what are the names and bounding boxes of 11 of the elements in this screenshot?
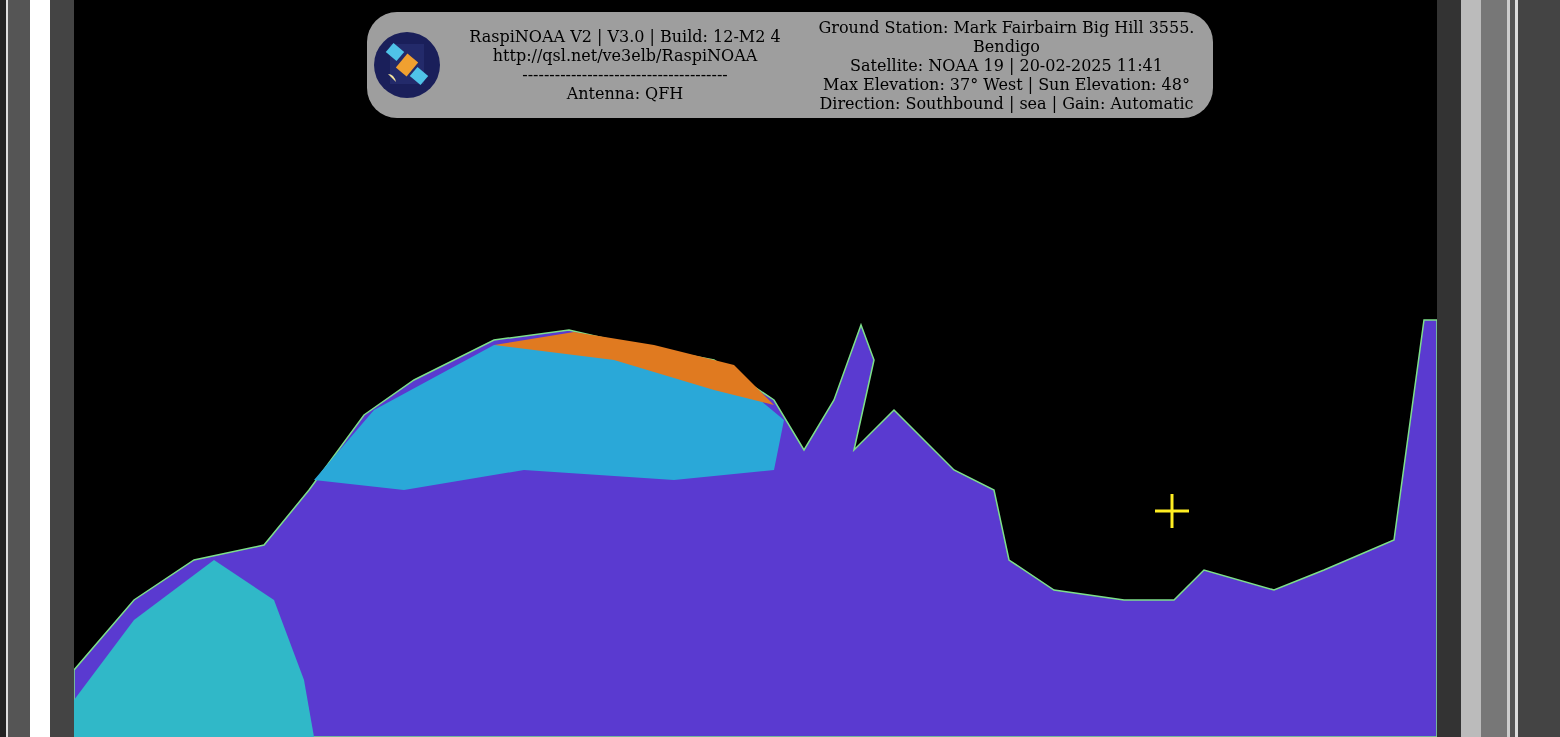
header-text: Antenna: QFH xyxy=(566,84,684,103)
satellite-logo-icon xyxy=(374,32,440,98)
header-text: Satellite: NOAA 19 | 20-02-2025 11:41 xyxy=(850,55,1163,75)
header-text: -------------------------------------- xyxy=(522,65,728,84)
header-text: Bendigo xyxy=(973,36,1040,56)
header-text: RaspiNOAA V2 | V3.0 | Build: 12-M2 4 xyxy=(469,27,781,46)
crosshair-icon xyxy=(1155,494,1189,528)
header-text: Max Elevation: 37° West | Sun Elevation: 48° xyxy=(823,74,1190,94)
header-text: Ground Station: Mark Fairbairn Big Hill 3555. xyxy=(818,17,1195,37)
header-text: Direction: Southbound | sea | Gain: Automatic xyxy=(819,93,1194,113)
header-text: http://qsl.net/ve3elb/RaspiNOAA xyxy=(492,46,758,65)
